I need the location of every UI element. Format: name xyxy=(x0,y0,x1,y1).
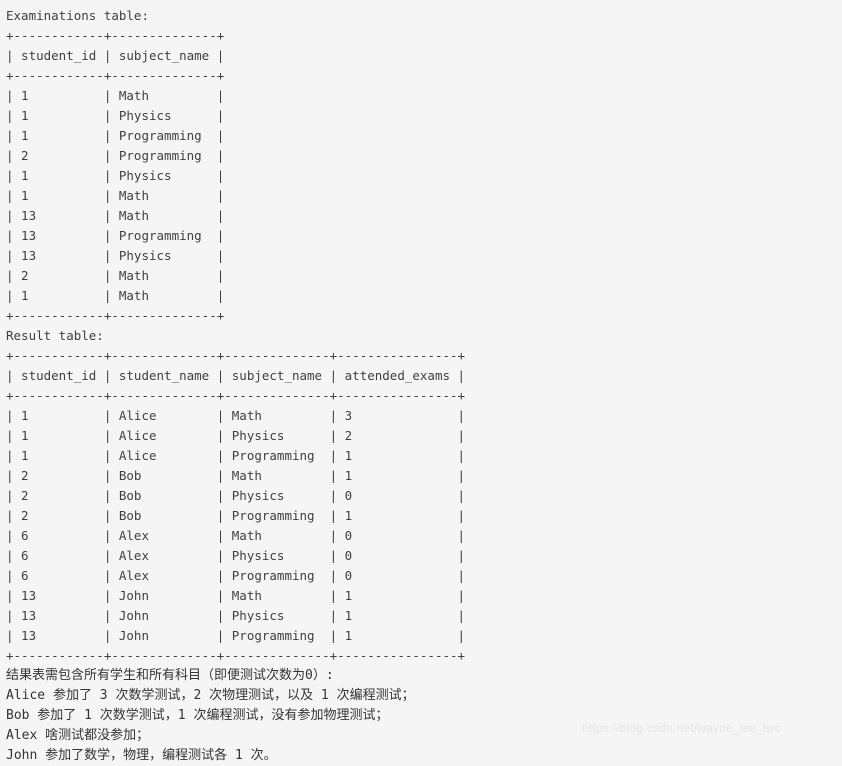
table-row: | 6 | Alex | Programming | 0 | xyxy=(6,568,466,583)
table-row: | 1 | Alice | Physics | 2 | xyxy=(6,428,466,443)
table-row: | 1 | Programming | xyxy=(6,128,225,143)
examinations-separator-top: +------------+--------------+ xyxy=(6,28,225,43)
result-table-caption: Result table: xyxy=(6,328,104,343)
table-row: | 1 | Alice | Math | 3 | xyxy=(6,408,466,423)
result-separator-bottom: +------------+--------------+-----------… xyxy=(6,648,466,663)
table-row: | 2 | Math | xyxy=(6,268,225,283)
table-row: | 2 | Bob | Math | 1 | xyxy=(6,468,466,483)
table-row: | 6 | Alex | Math | 0 | xyxy=(6,528,466,543)
result-separator-mid: +------------+--------------+-----------… xyxy=(6,388,466,403)
table-row: | 2 | Programming | xyxy=(6,148,225,163)
table-row: | 13 | Math | xyxy=(6,208,225,223)
table-row: | 1 | Math | xyxy=(6,288,225,303)
result-header-row: | student_id | student_name | subject_na… xyxy=(6,368,466,383)
explanation-line: Alice 参加了 3 次数学测试，2 次物理测试，以及 1 次编程测试； xyxy=(6,688,415,703)
table-row: | 1 | Physics | xyxy=(6,108,225,123)
table-row: | 13 | John | Physics | 1 | xyxy=(6,608,466,623)
table-row: | 13 | Programming | xyxy=(6,228,225,243)
table-row: | 6 | Alex | Physics | 0 | xyxy=(6,548,466,563)
table-row: | 1 | Math | xyxy=(6,88,225,103)
document-content: Examinations table: +------------+------… xyxy=(6,6,842,766)
table-row: | 13 | John | Math | 1 | xyxy=(6,588,466,603)
table-row: | 13 | John | Programming | 1 | xyxy=(6,628,466,643)
table-row: | 1 | Math | xyxy=(6,188,225,203)
table-row: | 1 | Physics | xyxy=(6,168,225,183)
explanation-line: John 参加了数学，物理，编程测试各 1 次。 xyxy=(6,748,277,763)
explanation-line: 结果表需包含所有学生和所有科目（即便测试次数为0）: xyxy=(6,668,334,683)
table-row: | 2 | Bob | Programming | 1 | xyxy=(6,508,466,523)
examinations-separator-mid: +------------+--------------+ xyxy=(6,68,225,83)
table-row: | 2 | Bob | Physics | 0 | xyxy=(6,488,466,503)
watermark: https://blog.csdn.net/wayne_lee_lwc xyxy=(582,721,782,735)
result-separator-top: +------------+--------------+-----------… xyxy=(6,348,466,363)
examinations-table-caption: Examinations table: xyxy=(6,8,149,23)
examinations-separator-bottom: +------------+--------------+ xyxy=(6,308,225,323)
examinations-header-row: | student_id | subject_name | xyxy=(6,48,225,63)
table-row: | 1 | Alice | Programming | 1 | xyxy=(6,448,466,463)
table-row: | 13 | Physics | xyxy=(6,248,225,263)
